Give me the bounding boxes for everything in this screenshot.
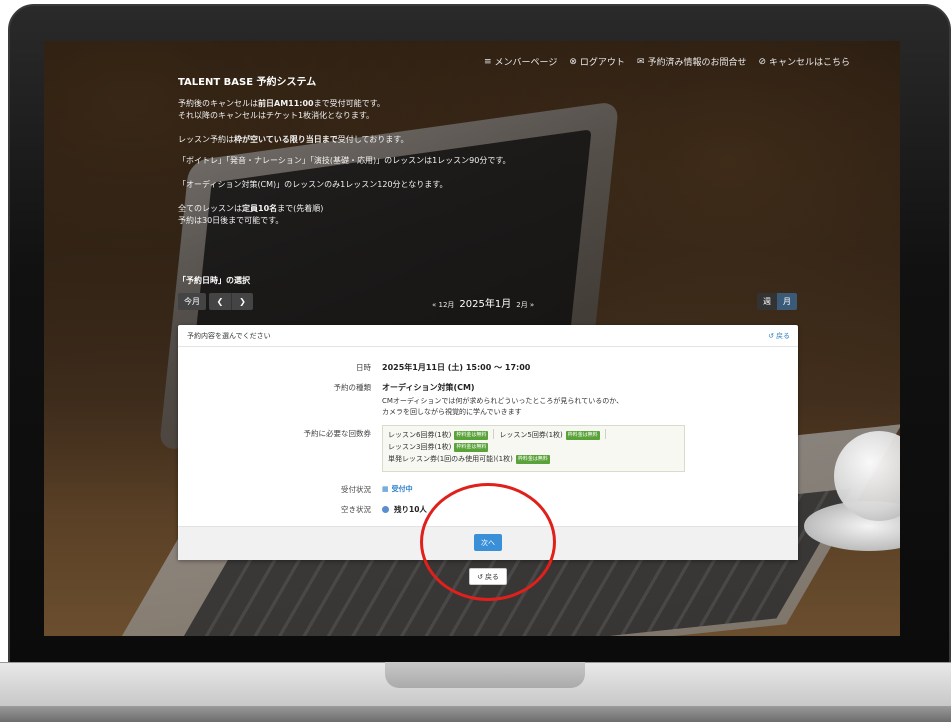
- top-navigation: ≡ メンバーページ ⊗ ログアウト ✉ 予約済み情報のお問合せ ⊘ キャンセルは…: [484, 55, 851, 69]
- panel-back-label: 戻る: [776, 331, 790, 340]
- type-value: オーディション対策(CM): [382, 383, 475, 392]
- info-bold: 定員10名: [242, 204, 278, 213]
- laptop-notch: [385, 662, 585, 688]
- laptop-base-edge: [0, 706, 951, 722]
- month-navigation: « 12月 2025年1月 2月 »: [432, 295, 534, 310]
- nav-member-page-label: メンバーページ: [494, 58, 558, 68]
- view-week-button[interactable]: 週: [757, 293, 777, 310]
- chevron-left-icon: ❮: [216, 297, 224, 306]
- ticket-name: 単発レッスン券(1回のみ使用可能)(1枚): [388, 455, 513, 463]
- ticket-name: レッスン3回券(1枚): [388, 443, 452, 451]
- info-cancel-line2: それ以降のキャンセルはチケット1枚消化となります。: [178, 111, 375, 120]
- info-lesson-line: レッスン予約は枠が空いている限り当日まで受付しております。: [178, 134, 778, 146]
- tickets-label: 予約に必要な回数券: [303, 429, 372, 438]
- nav-logout[interactable]: ⊗ ログアウト: [569, 55, 625, 69]
- nav-reservation-inquiry-label: 予約済み情報のお問合せ: [647, 58, 747, 68]
- next-button[interactable]: ❯: [231, 293, 253, 310]
- ticket-badge: 枠料金は無料: [565, 430, 600, 440]
- ticket-name: レッスン5回券(1枚): [499, 431, 563, 439]
- envelope-icon: ✉: [636, 56, 645, 67]
- calendar-icon: ▦: [382, 485, 389, 493]
- type-label: 予約の種類: [333, 383, 372, 392]
- panel-header-text: 予約内容を選んでください: [187, 331, 271, 340]
- datetime-label: 日時: [356, 363, 371, 372]
- info-text: 全てのレッスンは: [178, 204, 242, 213]
- nav-member-page[interactable]: ≡ メンバーページ: [484, 55, 558, 69]
- annotation-circle: [420, 483, 556, 601]
- next-month-link[interactable]: 2月 »: [516, 300, 534, 310]
- nav-cancel[interactable]: ⊘ キャンセルはこちら: [758, 55, 851, 69]
- prev-button[interactable]: ❮: [209, 293, 231, 310]
- info-text: 予約後のキャンセルは: [178, 99, 258, 108]
- datetime-select-label: 「予約日時」の選択: [178, 276, 250, 285]
- type-desc-line1: CMオーディションでは何が求められどういったところが見られているのか、: [382, 397, 624, 405]
- status-text: 受付中: [391, 485, 413, 493]
- undo-icon: ↺: [768, 331, 774, 340]
- reservation-info: 予約後のキャンセルは前日AM11:00まで受付可能です。 それ以降のキャンセルは…: [178, 98, 778, 227]
- ticket-badge: 枠料金は無料: [515, 454, 550, 464]
- ticket-item: レッスン5回券(1枚) 枠料金は無料: [499, 429, 600, 441]
- current-month: 2025年1月: [459, 299, 512, 310]
- ticket-item: レッスン3回券(1枚) 枠料金は無料: [388, 441, 489, 453]
- nav-reservation-inquiry[interactable]: ✉ 予約済み情報のお問合せ: [636, 55, 747, 69]
- system-title: TALENT BASE 予約システム: [178, 77, 317, 88]
- info-bold: 枠が空いている限り当日まで: [234, 135, 338, 144]
- status-label: 受付状況: [341, 485, 371, 494]
- panel-back-link[interactable]: ↺ 戻る: [768, 331, 790, 341]
- info-lesson-duration: 「ボイトレ」「発音・ナレーション」「演技(基礎・応用)」のレッスンは1レッスン9…: [178, 156, 511, 165]
- info-cancel-line: 予約後のキャンセルは前日AM11:00まで受付可能です。: [178, 98, 778, 110]
- info-text: まで(先着順): [277, 204, 324, 213]
- info-audition-duration: 「オーディション対策(CM)」のレッスンのみ1レッスン120分となります。: [178, 180, 448, 189]
- ticket-name: レッスン6回券(1枚): [388, 431, 452, 439]
- info-text: まで受付可能です。: [313, 99, 385, 108]
- nav-cancel-label: キャンセルはこちら: [769, 58, 851, 68]
- type-desc-line2: カメラを回しながら視覚的に学んでいきます: [382, 408, 522, 416]
- status-value: ▦ 受付中: [382, 484, 413, 494]
- tickets-box: レッスン6回券(1枚) 枠料金は無料 レッスン5回券(1枚) 枠料金は無料 レッ…: [382, 425, 685, 472]
- info-advance: 予約は30日後まで可能です。: [178, 216, 284, 225]
- view-month-button[interactable]: 月: [777, 293, 797, 310]
- ticket-badge: 枠料金は無料: [454, 442, 489, 452]
- menu-icon: ≡: [484, 56, 492, 67]
- panel-header: 予約内容を選んでください ↺ 戻る: [178, 325, 798, 347]
- chevron-right-icon: ❯: [239, 297, 246, 306]
- info-text: レッスン予約は: [178, 135, 234, 144]
- circle-icon: [382, 506, 389, 513]
- cancel-icon: ⊘: [758, 56, 767, 67]
- this-month-button[interactable]: 今月: [178, 293, 206, 310]
- prev-month-link[interactable]: « 12月: [432, 300, 454, 310]
- vacancy-value: 残り10人: [382, 504, 427, 515]
- info-text: 受付しております。: [337, 135, 409, 144]
- logout-icon: ⊗: [569, 56, 577, 67]
- vacancy-text: 残り10人: [394, 505, 427, 514]
- info-bold: 前日AM11:00: [258, 99, 314, 108]
- nav-logout-label: ログアウト: [579, 58, 625, 68]
- vacancy-label: 空き状況: [341, 505, 371, 514]
- info-capacity-line: 全てのレッスンは定員10名まで(先着順): [178, 203, 778, 215]
- datetime-value: 2025年1月11日 (土) 15:00 ～ 17:00: [382, 363, 531, 372]
- ticket-item: 単発レッスン券(1回のみ使用可能)(1枚) 枠料金は無料: [388, 453, 550, 465]
- ticket-badge: 枠料金は無料: [454, 430, 489, 440]
- ticket-item: レッスン6回券(1枚) 枠料金は無料: [388, 429, 489, 441]
